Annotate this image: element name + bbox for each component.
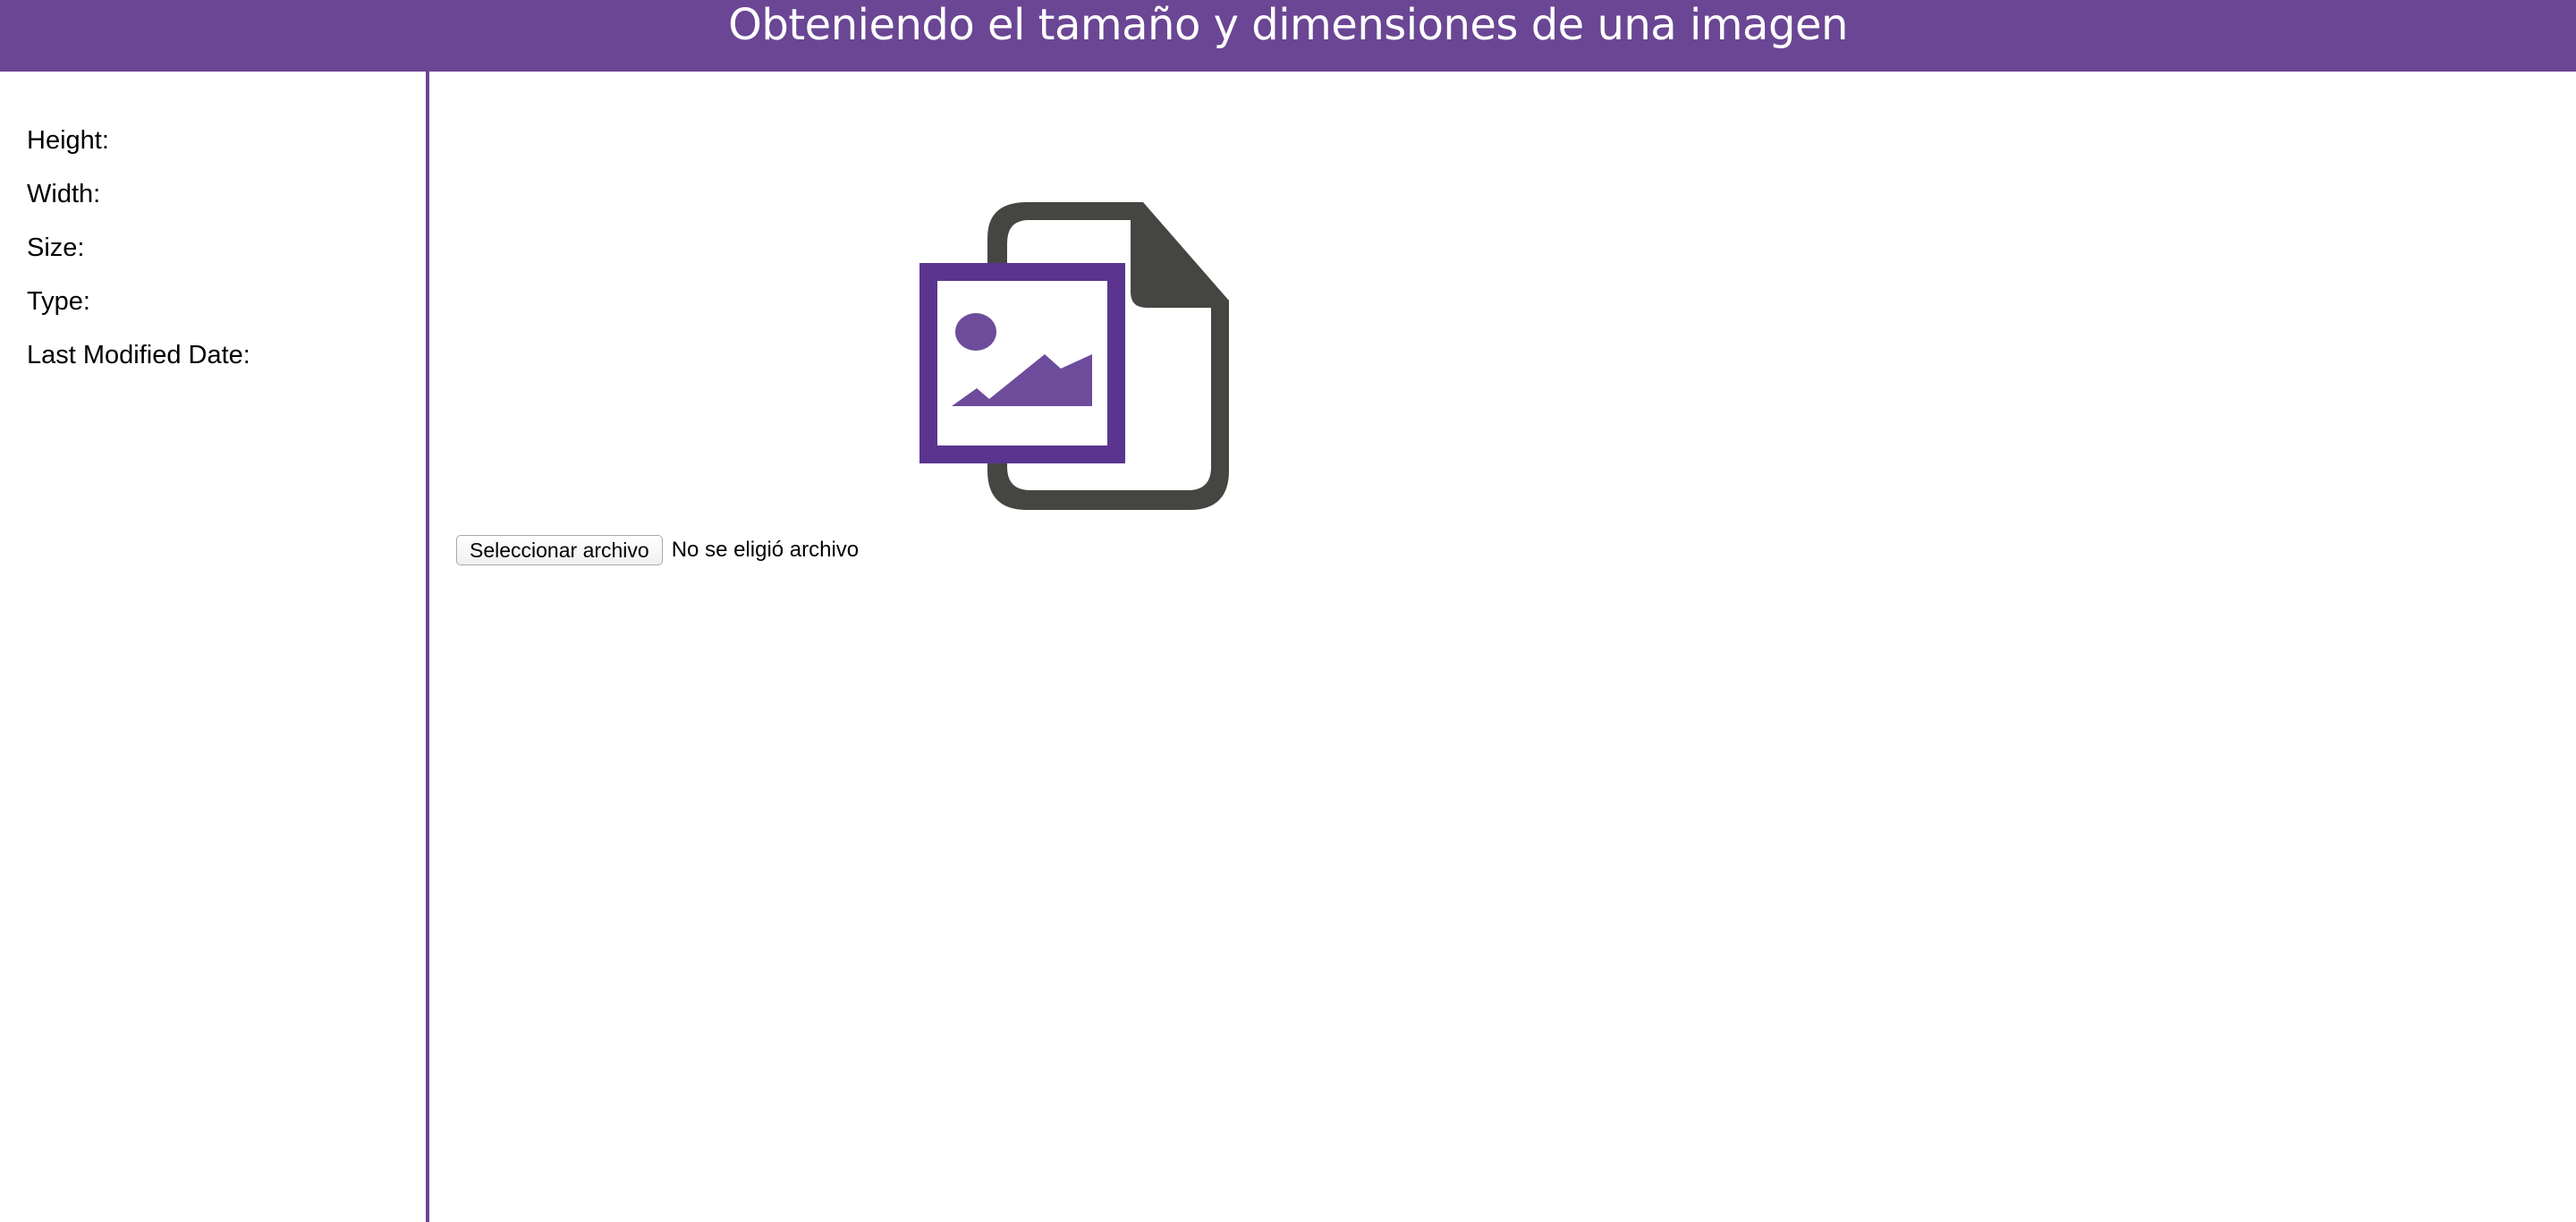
page-title: Obteniendo el tamaño y dimensiones de un… xyxy=(728,0,1848,50)
info-height-label: Height: xyxy=(27,126,109,155)
file-input: Seleccionar archivo No se eligió archivo xyxy=(456,535,859,565)
image-info-sidebar: Height: Width: Size: Type: Last Modified… xyxy=(0,72,429,1222)
info-width-label: Width: xyxy=(27,180,101,208)
info-size-label: Size: xyxy=(27,233,85,262)
info-size: Size: xyxy=(27,227,426,281)
info-height: Height: xyxy=(27,120,426,174)
page-header: Obteniendo el tamaño y dimensiones de un… xyxy=(0,0,2576,72)
image-file-icon xyxy=(919,202,1229,510)
info-type: Type: xyxy=(27,281,426,335)
image-info-list: Height: Width: Size: Type: Last Modified… xyxy=(0,72,426,388)
file-status-text: No se eligió archivo xyxy=(671,538,860,562)
choose-file-button[interactable]: Seleccionar archivo xyxy=(456,535,663,565)
info-last-modified: Last Modified Date: xyxy=(27,335,426,388)
info-width: Width: xyxy=(27,174,426,227)
main-panel: Seleccionar archivo No se eligió archivo xyxy=(429,72,2576,1222)
info-type-label: Type: xyxy=(27,287,90,316)
info-last-modified-label: Last Modified Date: xyxy=(27,341,250,369)
